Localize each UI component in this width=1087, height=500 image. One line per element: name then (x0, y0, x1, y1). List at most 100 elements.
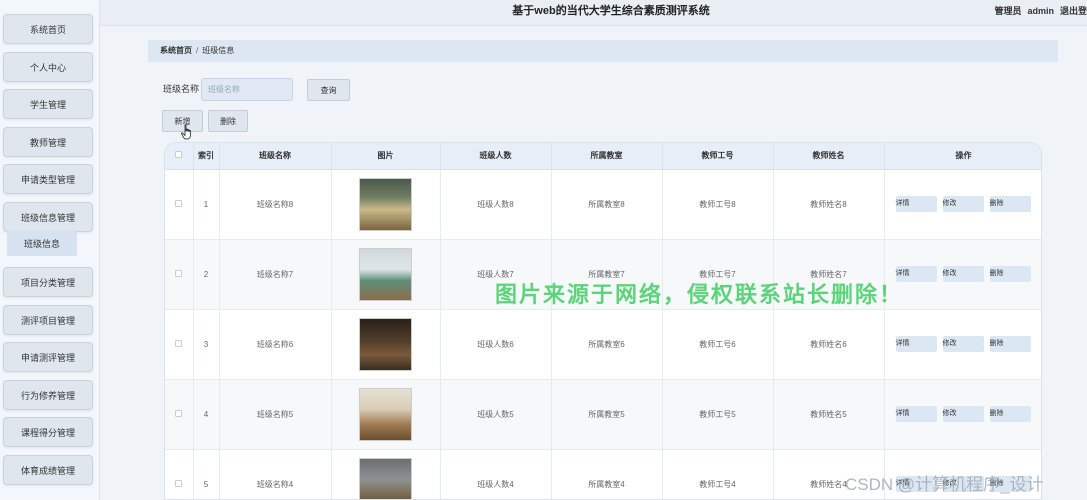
col-header-actions: 操作 (884, 143, 1041, 170)
sidebar-item-eval-project[interactable]: 测评项目管理 (3, 305, 93, 335)
hand-pointer-icon (181, 124, 191, 140)
classroom-photo[interactable] (359, 177, 412, 231)
breadcrumb-current: 班级信息 (202, 46, 235, 55)
classroom-photo[interactable] (359, 457, 412, 499)
cell-index: 2 (193, 239, 220, 310)
col-header-class-name: 班级名称 (219, 143, 332, 170)
cell-room: 所属教室4 (551, 449, 663, 499)
row-checkbox[interactable] (175, 409, 183, 417)
table-row: 4 班级名称5 班级人数5 所属教室5 教师工号5 教师姓名5 详情 修改 删除 (165, 379, 1041, 450)
cell-count: 班级人数4 (440, 449, 552, 499)
cell-image (331, 169, 441, 240)
copyright-watermark: 图片来源于网络，侵权联系站长删除！ (495, 282, 904, 307)
delete-button[interactable]: 删除 (989, 196, 1031, 212)
cell-teacher-name: 教师姓名8 (773, 169, 885, 240)
sidebar-item-apply-types[interactable]: 申请类型管理 (3, 164, 93, 194)
col-header-teacher-id: 教师工号 (662, 143, 774, 170)
col-header-count: 班级人数 (440, 143, 552, 170)
col-header-index: 索引 (193, 143, 220, 170)
row-select-cell (165, 239, 194, 310)
sidebar: 系统首页 个人中心 学生管理 教师管理 申请类型管理 班级信息管理 班级信息 项… (0, 0, 100, 500)
classroom-photo[interactable] (359, 387, 412, 441)
class-table: 索引 班级名称 图片 班级人数 所属教室 教师工号 教师姓名 操作 1 班级名称8… (164, 142, 1042, 500)
csdn-watermark: CSDN @计算机程序_设计 (845, 475, 1044, 494)
cell-index: 1 (193, 169, 220, 240)
detail-button[interactable]: 详情 (895, 406, 937, 422)
row-select-cell (165, 169, 194, 240)
page-title: 基于web的当代大学生综合素质测评系统 (512, 5, 710, 17)
sidebar-item-profile[interactable]: 个人中心 (3, 52, 93, 82)
cell-room: 所属教室8 (551, 169, 663, 240)
sidebar-item-behavior[interactable]: 行为修养管理 (3, 380, 93, 410)
row-checkbox[interactable] (175, 339, 183, 347)
col-header-room: 所属教室 (551, 143, 663, 170)
cell-class-name: 班级名称5 (219, 379, 332, 450)
sidebar-item-teachers[interactable]: 教师管理 (3, 127, 93, 157)
cell-teacher-id: 教师工号4 (662, 449, 774, 499)
classroom-photo[interactable] (359, 247, 412, 301)
detail-button[interactable]: 详情 (895, 196, 937, 212)
breadcrumb: 系统首页 / 班级信息 (148, 40, 1058, 62)
sidebar-item-sports-score[interactable]: 体育成绩管理 (3, 455, 93, 485)
edit-button[interactable]: 修改 (942, 336, 984, 352)
breadcrumb-separator: / (196, 46, 199, 55)
edit-button[interactable]: 修改 (942, 266, 984, 282)
classroom-photo[interactable] (359, 317, 412, 371)
row-checkbox[interactable] (175, 479, 183, 487)
cell-teacher-name: 教师姓名6 (773, 309, 885, 380)
cell-index: 5 (193, 449, 220, 499)
col-header-image: 图片 (331, 143, 441, 170)
row-select-cell (165, 309, 194, 380)
cell-class-name: 班级名称6 (219, 309, 332, 380)
cell-image (331, 239, 441, 310)
cell-room: 所属教室5 (551, 379, 663, 450)
delete-button[interactable]: 删除 (989, 336, 1031, 352)
sidebar-item-course-score[interactable]: 课程得分管理 (3, 417, 93, 447)
cell-teacher-id: 教师工号6 (662, 309, 774, 380)
sidebar-item-class-info[interactable]: 班级信息管理 (3, 202, 93, 232)
sidebar-subitem-class-info[interactable]: 班级信息 (7, 230, 77, 256)
cell-count: 班级人数6 (440, 309, 552, 380)
bulk-delete-button[interactable]: 删除 (208, 110, 248, 132)
cell-image (331, 379, 441, 450)
row-select-cell (165, 449, 194, 499)
edit-button[interactable]: 修改 (942, 406, 984, 422)
sidebar-item-apply-eval[interactable]: 申请测评管理 (3, 342, 93, 372)
cell-teacher-id: 教师工号5 (662, 379, 774, 450)
cell-teacher-name: 教师姓名5 (773, 379, 885, 450)
cell-class-name: 班级名称8 (219, 169, 332, 240)
sidebar-item-students[interactable]: 学生管理 (3, 89, 93, 119)
col-header-teacher-name: 教师姓名 (773, 143, 885, 170)
table-header-row: 索引 班级名称 图片 班级人数 所属教室 教师工号 教师姓名 操作 (165, 143, 1041, 170)
logout-link[interactable]: 退出登 (1060, 6, 1087, 16)
user-info: 管理员 admin 退出登 (994, 0, 1087, 22)
search-input[interactable] (201, 78, 293, 101)
row-checkbox[interactable] (175, 199, 183, 207)
cell-class-name: 班级名称7 (219, 239, 332, 310)
cell-teacher-id: 教师工号8 (662, 169, 774, 240)
sidebar-item-project-category[interactable]: 项目分类管理 (3, 267, 93, 297)
breadcrumb-home[interactable]: 系统首页 (160, 46, 192, 55)
row-checkbox[interactable] (175, 269, 183, 277)
cell-actions: 详情 修改 删除 (884, 239, 1041, 310)
delete-button[interactable]: 删除 (989, 266, 1031, 282)
query-button[interactable]: 查询 (307, 79, 350, 101)
cell-room: 所属教室6 (551, 309, 663, 380)
user-role: 管理员 (994, 6, 1022, 16)
cell-image (331, 449, 441, 499)
cell-index: 4 (193, 379, 220, 450)
row-select-cell (165, 379, 194, 450)
cell-actions: 详情 修改 删除 (884, 309, 1041, 380)
cell-actions: 详情 修改 删除 (884, 379, 1041, 450)
cell-class-name: 班级名称4 (219, 449, 332, 499)
cell-image (331, 309, 441, 380)
detail-button[interactable]: 详情 (895, 336, 937, 352)
delete-button[interactable]: 删除 (989, 406, 1031, 422)
select-all-checkbox[interactable] (175, 151, 183, 159)
cell-count: 班级人数5 (440, 379, 552, 450)
cell-index: 3 (193, 309, 220, 380)
sidebar-item-home[interactable]: 系统首页 (3, 14, 93, 44)
edit-button[interactable]: 修改 (942, 196, 984, 212)
select-all-cell (165, 143, 194, 170)
search-label: 班级名称 (163, 84, 200, 94)
